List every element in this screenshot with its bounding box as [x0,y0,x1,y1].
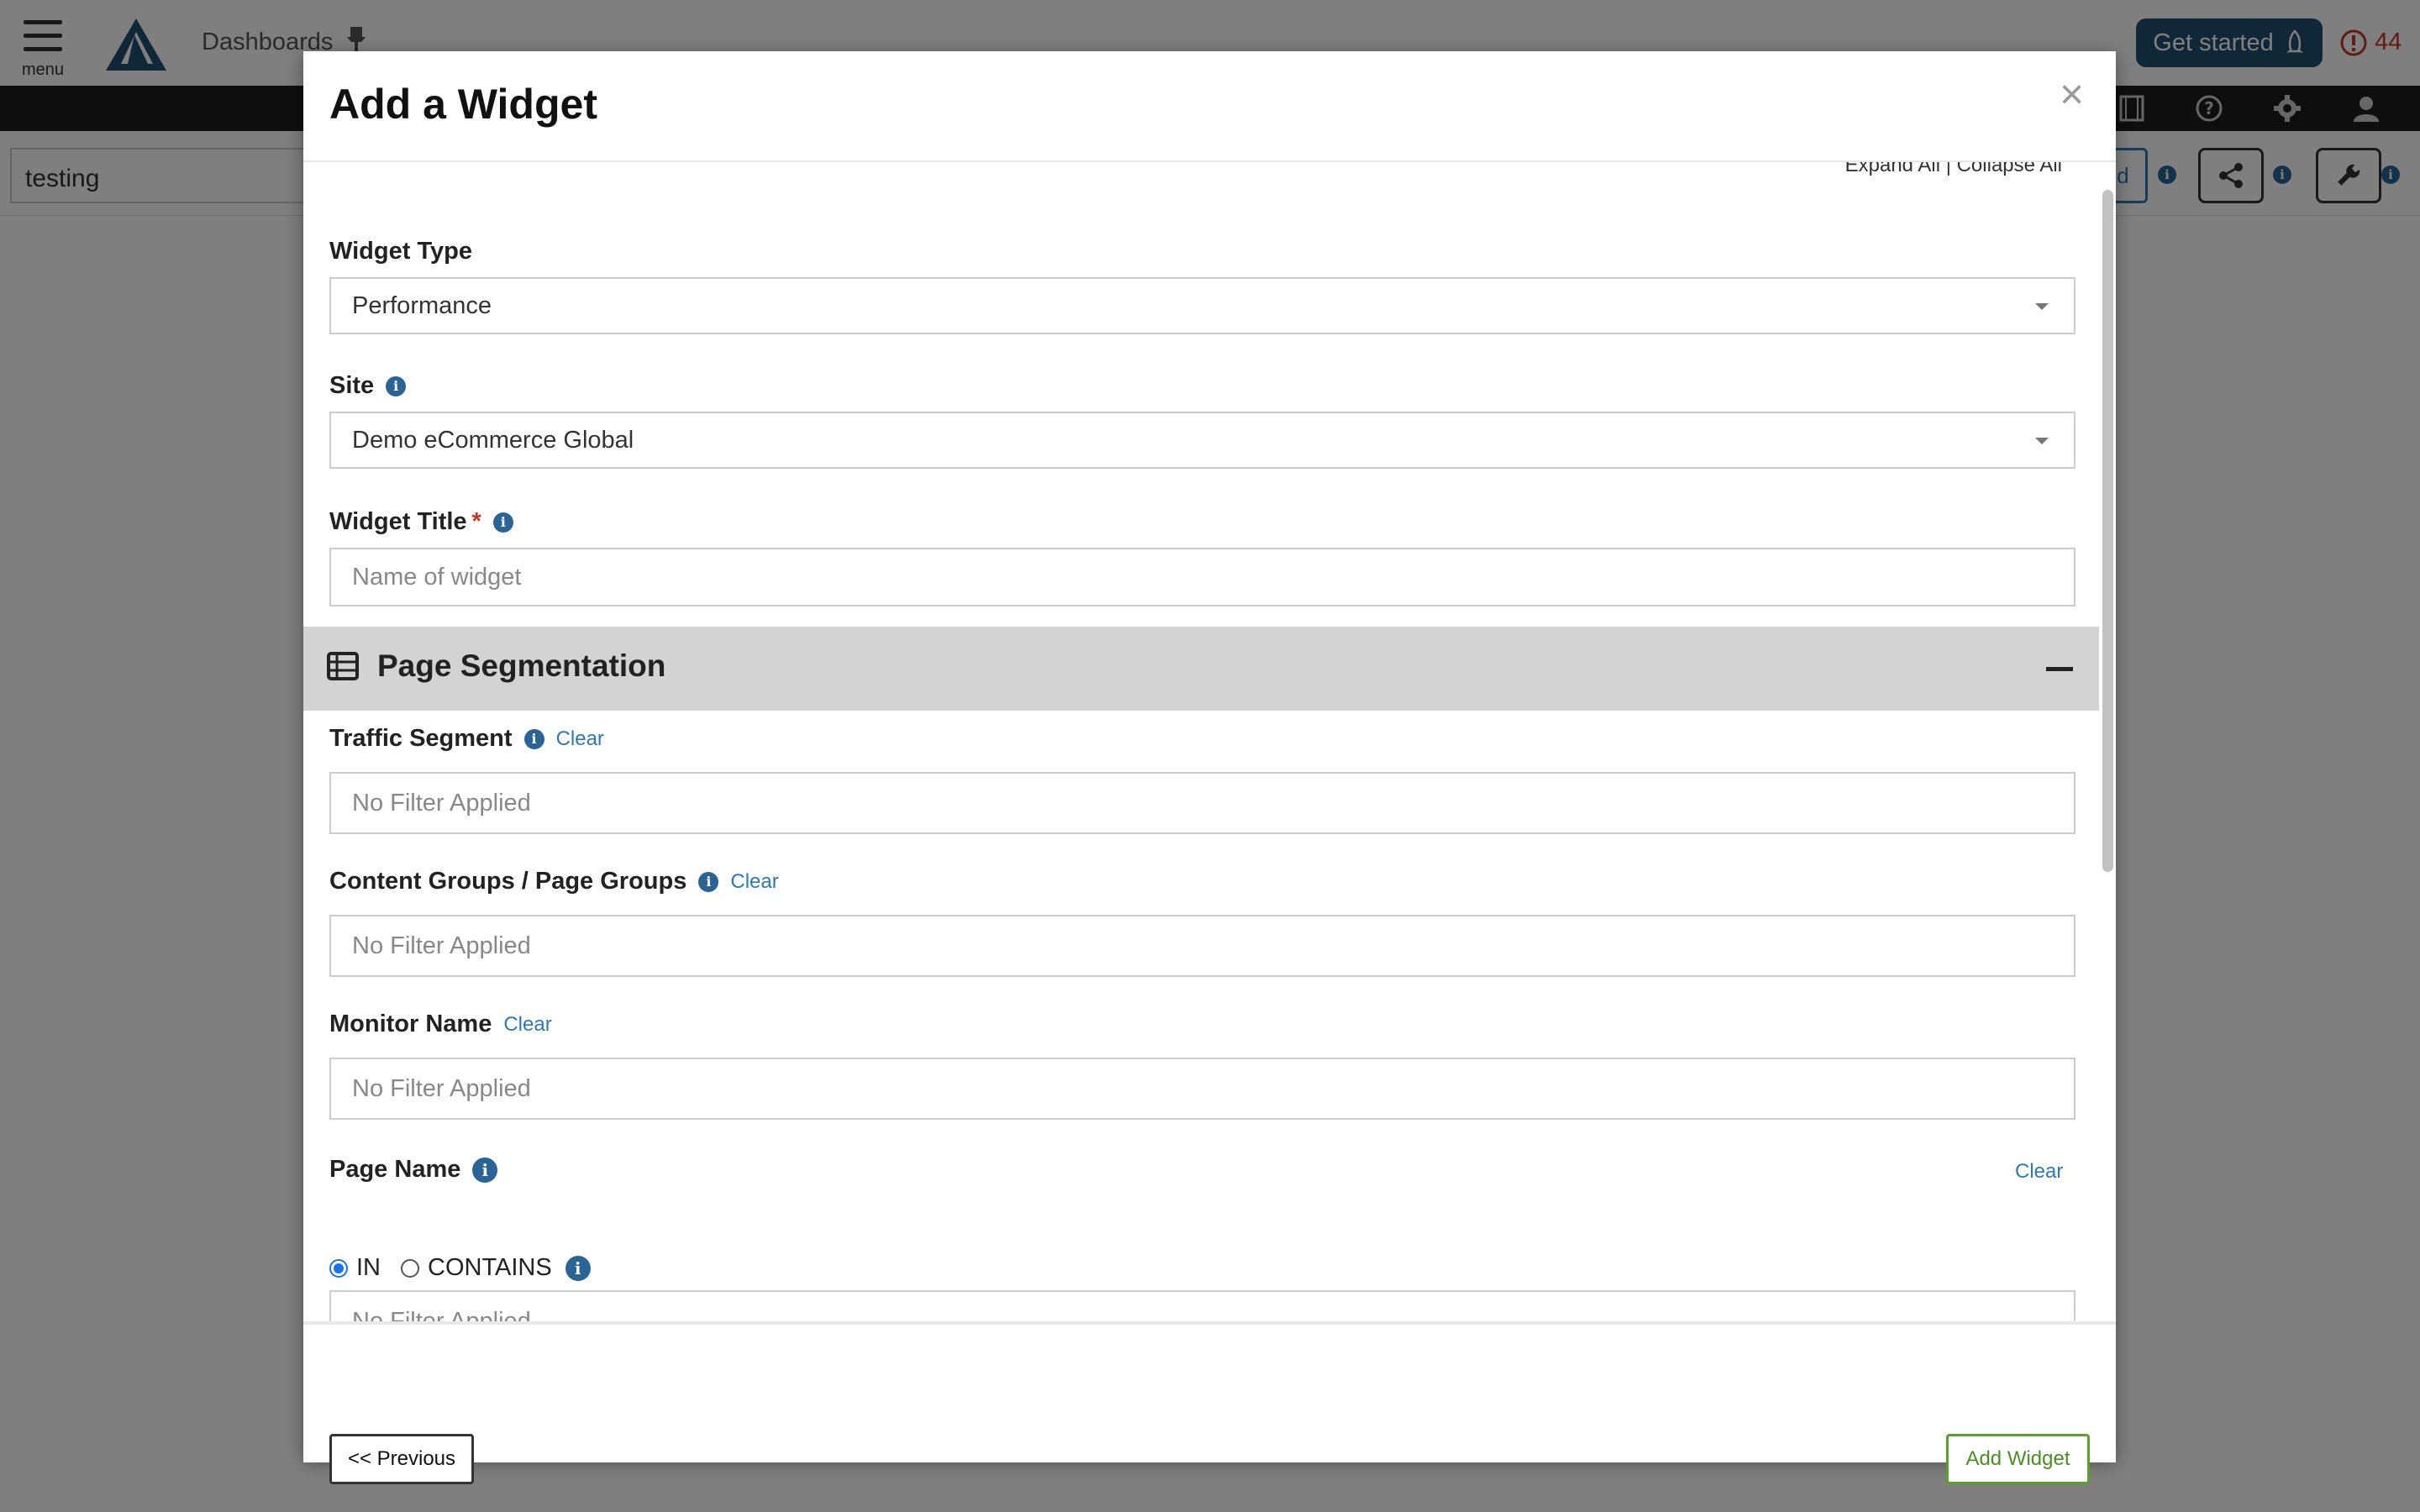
previous-button[interactable]: << Previous [329,1434,474,1484]
info-icon[interactable]: i [565,1255,591,1281]
traffic-segment-label: Traffic Segment i Clear [329,725,604,753]
table-icon [327,652,359,680]
site-value: Demo eCommerce Global [352,426,634,454]
widget-title-placeholder: Name of widget [352,563,522,591]
widget-title-input[interactable]: Name of widget [329,548,2075,606]
content-groups-value: No Filter Applied [352,932,531,959]
content-groups-clear-link[interactable]: Clear [730,870,778,894]
monitor-name-label: Monitor Name Clear [329,1011,552,1038]
modal-footer: << Previous Add Widget [303,1321,2116,1484]
radio-contains-label: CONTAINS [428,1254,552,1281]
page-name-match-options: IN CONTAINS i [329,1254,591,1282]
content-groups-label: Content Groups / Page Groups i Clear [329,868,779,895]
info-icon[interactable]: i [472,1157,498,1183]
modal-header: Add a Widget × [303,51,2116,162]
add-widget-button[interactable]: Add Widget [1946,1434,2090,1484]
add-widget-modal: Add a Widget × Expand All | Collapse All… [303,51,2116,1484]
monitor-name-input[interactable]: No Filter Applied [329,1058,2075,1120]
widget-type-label-text: Widget Type [329,238,472,265]
radio-in-label: IN [356,1254,381,1281]
site-label: Site i [329,372,407,400]
monitor-name-label-text: Monitor Name [329,1011,492,1037]
info-icon[interactable]: i [698,871,719,892]
content-groups-label-text: Content Groups / Page Groups [329,868,687,895]
section-title: Page Segmentation [377,648,666,683]
page-segmentation-header[interactable]: Page Segmentation [303,627,2099,711]
widget-title-label: Widget Title * i [329,508,513,536]
required-asterisk: * [471,508,481,535]
monitor-name-clear-link[interactable]: Clear [503,1013,551,1037]
content-groups-input[interactable]: No Filter Applied [329,915,2075,977]
modal-body: Expand All | Collapse All Widget Type Pe… [303,162,2099,1321]
page-name-input[interactable]: No Filter Applied [329,1290,2075,1321]
site-label-text: Site [329,372,375,399]
radio-contains[interactable] [401,1258,419,1278]
widget-type-select[interactable]: Performance [329,277,2075,334]
page-name-label-text: Page Name [329,1156,461,1183]
monitor-name-value: No Filter Applied [352,1074,531,1102]
site-select[interactable]: Demo eCommerce Global [329,412,2075,469]
widget-title-label-text: Widget Title [329,508,467,535]
page-name-clear-link[interactable]: Clear [2015,1160,2063,1184]
collapse-icon[interactable] [2046,667,2073,671]
info-icon[interactable]: i [523,728,544,749]
chevron-down-icon [2035,438,2049,444]
traffic-segment-label-text: Traffic Segment [329,725,513,752]
traffic-segment-value: No Filter Applied [352,789,531,816]
radio-in[interactable] [329,1258,348,1278]
page-name-label: Page Name i [329,1156,498,1184]
page-name-value: No Filter Applied [352,1307,531,1322]
traffic-segment-input[interactable]: No Filter Applied [329,772,2075,834]
widget-type-label: Widget Type [329,238,472,265]
expand-collapse-links[interactable]: Expand All | Collapse All [1845,162,2062,177]
modal-scrollbar-thumb[interactable] [2102,190,2113,872]
info-icon[interactable]: i [492,512,513,533]
modal-title: Add a Widget [329,81,597,128]
info-icon[interactable]: i [386,375,407,396]
close-icon[interactable]: × [2060,70,2084,118]
chevron-down-icon [2035,303,2049,310]
widget-type-value: Performance [352,291,492,319]
traffic-segment-clear-link[interactable]: Clear [556,727,604,751]
